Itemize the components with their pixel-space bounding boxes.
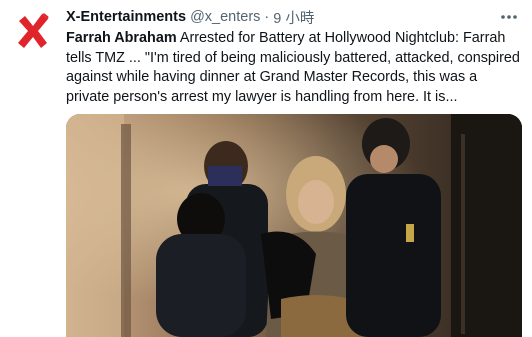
tweet-body: X-Entertainments @x_enters · 9 小時 Farrah… [66,6,524,107]
tweet-media-photo[interactable] [66,114,522,337]
more-options-button[interactable] [496,6,522,28]
red-x-logo-icon [18,11,50,48]
author-handle[interactable]: @x_enters [190,9,260,25]
tweet-timestamp[interactable]: 9 小時 [273,7,314,28]
avatar[interactable] [12,10,54,52]
tweet-text-lead: Farrah Abraham [66,30,177,46]
tweet-text: Farrah Abraham Arrested for Battery at H… [66,29,524,107]
photo-arrest-scene [66,114,522,337]
author-display-name[interactable]: X-Entertainments [66,9,186,25]
tweet-header: X-Entertainments @x_enters · 9 小時 [66,6,524,28]
more-options-icon [501,15,517,19]
separator-dot: · [264,9,270,25]
tweet-card[interactable]: X-Entertainments @x_enters · 9 小時 Farrah… [0,0,532,337]
